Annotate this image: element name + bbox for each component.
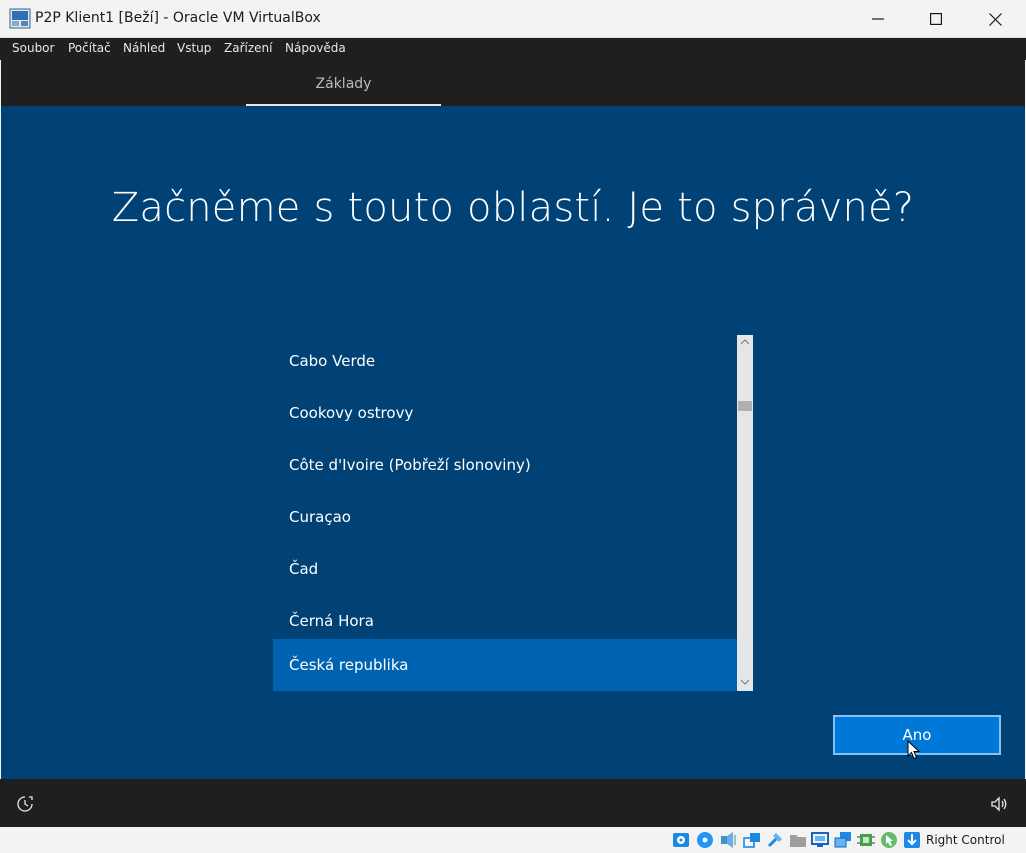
optical-drive-icon[interactable]: [696, 831, 714, 849]
menu-pocitac[interactable]: Počítač: [68, 41, 111, 55]
scroll-down-button[interactable]: [737, 675, 753, 689]
mouse-cursor-icon: [907, 740, 921, 760]
keyboard-capture-icon[interactable]: [903, 831, 921, 849]
minimize-icon: [872, 18, 884, 20]
tab-active-indicator: [246, 104, 441, 106]
cpu-icon[interactable]: [857, 831, 875, 849]
audio-icon[interactable]: [720, 831, 738, 849]
list-item[interactable]: Curaçao: [273, 491, 737, 543]
shared-folders-icon[interactable]: [789, 831, 807, 849]
menu-nahled[interactable]: Náhled: [123, 41, 165, 55]
network-icon[interactable]: [743, 831, 761, 849]
list-item[interactable]: Cookovy ostrovy: [273, 387, 737, 439]
tab-zaklady: Základy: [246, 60, 441, 106]
scroll-up-button[interactable]: [737, 335, 753, 349]
chevron-up-icon: [740, 339, 750, 345]
tab-label: Základy: [315, 76, 372, 92]
display-icon[interactable]: [811, 831, 829, 849]
region-list[interactable]: Cabo Verde Cookovy ostrovy Côte d'Ivoire…: [273, 335, 753, 691]
vbox-statusbar: Right Control: [0, 827, 1026, 853]
list-scrollbar[interactable]: [737, 335, 753, 691]
window-titlebar: P2P Klient1 [Beží] - Oracle VM VirtualBo…: [0, 0, 1026, 38]
close-icon: [988, 12, 1002, 26]
menu-napoveda[interactable]: Nápověda: [285, 41, 346, 55]
vm-screen[interactable]: Základy Začněme s touto oblastí. Je to s…: [1, 60, 1025, 779]
list-item[interactable]: Čad: [273, 543, 737, 595]
window-title: P2P Klient1 [Beží] - Oracle VM VirtualBo…: [35, 10, 321, 26]
close-button[interactable]: [966, 0, 1024, 38]
vbox-menubar: Soubor Počítač Náhled Vstup Zařízení Náp…: [0, 38, 1026, 60]
ease-of-access-icon[interactable]: [16, 795, 34, 813]
list-item[interactable]: Cabo Verde: [273, 335, 737, 387]
usb-icon[interactable]: [766, 831, 784, 849]
minimize-button[interactable]: [849, 0, 907, 38]
menu-zarizeni[interactable]: Zařízení: [224, 41, 272, 55]
page-title: Začněme s touto oblastí. Je to správně?: [111, 185, 915, 231]
chevron-down-icon: [740, 679, 750, 685]
mouse-integration-icon[interactable]: [880, 831, 898, 849]
host-key-label: Right Control: [926, 833, 1005, 847]
maximize-icon: [930, 13, 942, 25]
menu-vstup[interactable]: Vstup: [177, 41, 211, 55]
oobe-footer: [0, 779, 1026, 827]
hard-disk-icon[interactable]: [672, 831, 690, 849]
oobe-header: Základy: [1, 60, 1025, 106]
maximize-button[interactable]: [907, 0, 965, 38]
list-item[interactable]: Côte d'Ivoire (Pobřeží slonoviny): [273, 439, 737, 491]
volume-icon[interactable]: [990, 795, 1008, 813]
scroll-thumb[interactable]: [738, 401, 752, 411]
virtualbox-app-icon: [9, 8, 31, 29]
list-item-selected[interactable]: Česká republika: [273, 639, 737, 691]
recording-icon[interactable]: [834, 831, 852, 849]
menu-soubor[interactable]: Soubor: [12, 41, 54, 55]
